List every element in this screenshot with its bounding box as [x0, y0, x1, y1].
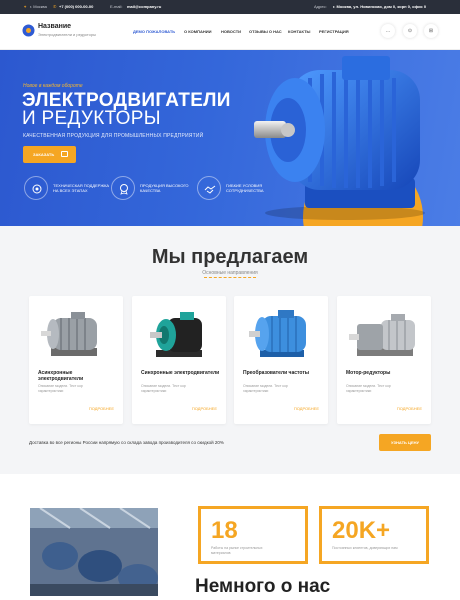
hero-kicker: Новое в каждом обороте	[23, 83, 83, 89]
product-title[interactable]: Асинхронные электродвигатели	[38, 370, 118, 382]
phone-icon: ✆	[53, 4, 57, 9]
address-label: Адрес:	[314, 4, 327, 9]
order-button[interactable]: ЗАКАЗАТЬ	[23, 146, 76, 163]
hero-banner: Новое в каждом обороте ЭЛЕКТРОДВИГАТЕЛИ …	[0, 50, 460, 226]
email-label: E-mail:	[110, 4, 123, 9]
stat-value: 18	[211, 517, 238, 544]
nav-item-register[interactable]: РЕГИСТРАЦИЯ	[319, 29, 349, 34]
product-title[interactable]: Преобразователи частоты	[243, 370, 323, 376]
nav-item-about[interactable]: О КОМПАНИИ	[184, 29, 212, 34]
product-desc: Описание модели. Тест кор характеристики	[38, 384, 83, 393]
gear-motor-image	[349, 314, 415, 356]
hero-subtitle: КАЧЕСТВЕННАЯ ПРОДУКЦИЯ ДЛЯ ПРОМЫШЛЕННЫХ …	[23, 133, 204, 139]
offer-title: Мы предлагаем	[151, 246, 309, 268]
stat-label: Постоянных клиентов, доверяющих нам	[332, 546, 398, 550]
product-desc: Описание модели. Тест кор характеристики	[141, 384, 186, 393]
product-title[interactable]: Синхронные электродвигатели	[141, 370, 221, 376]
feature-terms-text: ГИБКИЕ УСЛОВИЯ СОТРУДНИЧЕСТВА	[226, 183, 264, 193]
phone-link[interactable]: +7 (000) 000-00-00	[59, 4, 93, 9]
product-card[interactable]: Асинхронные электродвигатели Описание мо…	[29, 296, 123, 424]
offer-divider	[204, 277, 256, 278]
async-motor-image	[41, 312, 97, 356]
address-text: г. Москва, ул. Новинская, дом 0, корп 0,…	[333, 4, 427, 9]
logo-title[interactable]: Название	[38, 23, 71, 30]
product-more-link[interactable]: ПОДРОБНЕЕ	[294, 406, 319, 411]
order-button-label: ЗАКАЗАТЬ	[33, 152, 55, 157]
cart-icon[interactable]: ⊞	[424, 24, 438, 38]
stat-value: 20K+	[332, 517, 391, 544]
sync-motor-image	[150, 312, 202, 357]
city-label: г. Москва	[30, 4, 47, 9]
nav-item-welcome[interactable]: ДЕМО ПОЖАЛОВАТЬ	[133, 29, 175, 34]
product-desc: Описание модели. Тест кор характеристики	[243, 384, 288, 393]
factory-photo	[30, 508, 158, 596]
search-icon[interactable]: ⊙	[403, 24, 417, 38]
gear-icon	[24, 176, 48, 200]
handshake-icon	[197, 176, 221, 200]
product-more-link[interactable]: ПОДРОБНЕЕ	[192, 406, 217, 411]
nav-item-reviews[interactable]: ОТЗЫВЫ О НАС	[249, 29, 282, 34]
hero-title-line2: И РЕДУКТОРЫ	[22, 108, 161, 129]
product-more-link[interactable]: ПОДРОБНЕЕ	[89, 406, 114, 411]
email-link[interactable]: mail@company.ru	[127, 4, 161, 9]
top-bar: ⌖ г. Москва ✆ +7 (000) 000-00-00 E-mail:…	[0, 0, 460, 14]
user-icon[interactable]: …	[381, 24, 395, 38]
logo-icon[interactable]	[22, 24, 35, 37]
electric-motor-image	[254, 56, 425, 220]
stat-label: Работы на рынке строительных материалов	[211, 546, 263, 555]
product-card[interactable]: Преобразователи частоты Описание модели.…	[234, 296, 328, 424]
product-desc: Описание модели. Тест кор характеристики	[346, 384, 391, 393]
logo-subtitle: Электродвигатели и редукторы	[38, 32, 96, 37]
stat-card-clients: 20K+ Постоянных клиентов, доверяющих нам	[319, 506, 429, 564]
location-icon: ⌖	[24, 4, 27, 9]
delivery-note: Доставка во все регионы России напрямую …	[29, 440, 224, 445]
offer-subtitle: Основные направления	[202, 270, 258, 276]
nav-item-contacts[interactable]: КОНТАКТЫ	[288, 29, 310, 34]
product-more-link[interactable]: ПОДРОБНЕЕ	[397, 406, 422, 411]
product-title[interactable]: Мотор-редукторы	[346, 370, 426, 376]
get-price-button[interactable]: УЗНАТЬ ЦЕНУ	[379, 434, 431, 451]
frequency-converter-image	[249, 310, 306, 357]
feature-support-text: ТЕХНИЧЕСКАЯ ПОДДЕРЖКА НА ВСЕХ ЭТАПАХ	[53, 183, 110, 193]
about-title: Немного о нас	[195, 576, 331, 597]
medal-icon	[111, 176, 135, 200]
feature-quality-text: ПРОДУКЦИЯ ВЫСОКОГО КАЧЕСТВА	[140, 183, 189, 193]
stat-card-years: 18 Работы на рынке строительных материал…	[198, 506, 308, 564]
product-card[interactable]: Синхронные электродвигатели Описание мод…	[132, 296, 226, 424]
cart-icon	[61, 151, 68, 157]
product-card[interactable]: Мотор-редукторы Описание модели. Тест ко…	[337, 296, 431, 424]
nav-item-news[interactable]: НОВОСТИ	[221, 29, 241, 34]
site-header: Название Электродвигатели и редукторы ДЕ…	[0, 14, 460, 50]
